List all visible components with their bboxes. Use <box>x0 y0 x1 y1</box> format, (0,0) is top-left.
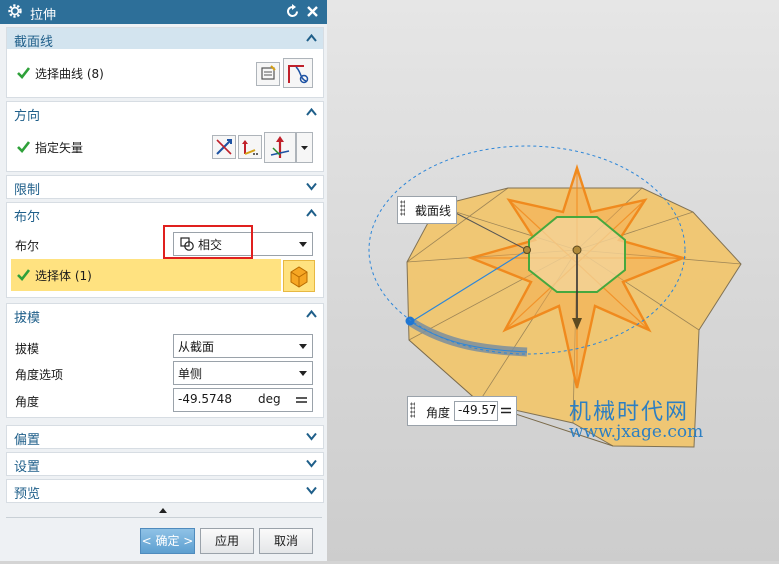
offset-title: 偏置 <box>14 433 41 448</box>
preview-header[interactable]: 预览 <box>7 480 323 502</box>
footer-divider <box>6 517 322 518</box>
direction-title: 方向 <box>14 109 41 124</box>
angle-option-label: 角度选项 <box>15 368 64 382</box>
extrude-preview-model <box>368 145 742 448</box>
select-curve-button[interactable] <box>283 58 313 88</box>
reverse-direction-icon <box>216 139 232 155</box>
select-body-row[interactable]: 选择体 (1) <box>11 259 281 291</box>
vector-type-icon <box>270 136 290 158</box>
direction-header[interactable]: 方向 <box>7 102 323 124</box>
dropdown-arrow-icon <box>299 242 307 247</box>
chevron-up-icon[interactable] <box>306 309 317 319</box>
chevron-down-icon[interactable] <box>306 181 317 191</box>
angle-label: 角度 <box>15 395 40 409</box>
check-icon <box>17 269 30 281</box>
settings-title: 设置 <box>14 460 41 475</box>
sketch-icon <box>261 65 276 80</box>
limits-title: 限制 <box>14 183 41 198</box>
dialog-title-bar: 拉伸 <box>0 0 327 24</box>
boolean-group: 布尔 布尔 相交 选择体 (1) <box>6 202 324 298</box>
solid-body-icon <box>290 266 308 288</box>
direction-group: 方向 指定矢量 <box>6 101 324 172</box>
check-icon <box>17 141 30 153</box>
chevron-down-icon[interactable] <box>306 458 317 468</box>
section-curve-header[interactable]: 截面线 <box>7 28 323 50</box>
graphics-viewport[interactable]: 截面线 角度 -49.57 机械时代网 www.jxage.com <box>327 0 779 561</box>
section-curve-tag[interactable]: 截面线 <box>397 196 457 224</box>
offset-header[interactable]: 偏置 <box>7 426 323 448</box>
chevron-down-icon <box>301 146 308 150</box>
gear-icon[interactable] <box>7 3 23 19</box>
reset-icon[interactable] <box>284 3 301 20</box>
angle-tag-label: 角度 <box>426 406 451 420</box>
angle-option-value: 单侧 <box>178 367 203 381</box>
highlight-box <box>163 225 253 259</box>
section-curve-group: 截面线 选择曲线 (8) <box>6 27 324 98</box>
chevron-up-icon[interactable] <box>306 208 317 218</box>
vector-dialog-button[interactable] <box>238 135 262 159</box>
sketch-button[interactable] <box>256 62 280 86</box>
select-body-label: 选择体 (1) <box>35 269 92 283</box>
boolean-label: 布尔 <box>15 239 40 253</box>
draft-title: 拔模 <box>14 311 41 326</box>
specify-vector-label: 指定矢量 <box>35 141 84 155</box>
select-curve-label: 选择曲线 (8) <box>35 67 104 81</box>
curve-select-icon <box>288 65 309 84</box>
ok-button[interactable]: < 确定 > <box>140 528 195 554</box>
select-body-button[interactable] <box>283 260 315 292</box>
reverse-direction-button[interactable] <box>212 135 236 159</box>
draft-select[interactable]: 从截面 <box>173 334 313 358</box>
section-curve-tag-label: 截面线 <box>415 204 452 218</box>
section-curve-title: 截面线 <box>14 35 54 50</box>
drag-grip-icon[interactable] <box>400 200 405 216</box>
equals-icon[interactable] <box>500 405 512 416</box>
vector-dialog-icon <box>242 140 258 155</box>
drag-grip-icon[interactable] <box>410 402 415 418</box>
dropdown-arrow-icon <box>299 371 307 376</box>
dropdown-arrow-icon <box>299 344 307 349</box>
chevron-up-icon[interactable] <box>306 33 317 43</box>
apply-button[interactable]: 应用 <box>200 528 254 554</box>
angle-tag-value: -49.57 <box>458 403 497 417</box>
watermark-url: www.jxage.com <box>569 422 704 442</box>
collapse-up-icon[interactable] <box>158 507 168 514</box>
preview-group: 预览 <box>6 479 324 503</box>
angle-option-select[interactable]: 单侧 <box>173 361 313 385</box>
angle-input[interactable]: -49.5748 deg <box>173 388 313 412</box>
draft-label: 拔模 <box>15 342 40 356</box>
chevron-up-icon[interactable] <box>306 107 317 117</box>
draft-value: 从截面 <box>178 340 215 354</box>
boolean-title: 布尔 <box>14 210 41 225</box>
chevron-down-icon[interactable] <box>306 485 317 495</box>
angle-value: -49.5748 <box>178 392 232 406</box>
dialog-title: 拉伸 <box>30 8 57 23</box>
draft-header[interactable]: 拔模 <box>7 304 323 326</box>
angle-handle-tag[interactable]: 角度 -49.57 <box>407 396 517 426</box>
chevron-down-icon[interactable] <box>306 431 317 441</box>
settings-group: 设置 <box>6 452 324 476</box>
angle-unit: deg <box>258 392 281 406</box>
preview-title: 预览 <box>14 487 41 502</box>
limits-header[interactable]: 限制 <box>7 176 323 198</box>
settings-header[interactable]: 设置 <box>7 453 323 475</box>
close-icon[interactable] <box>304 3 321 20</box>
limits-group: 限制 <box>6 175 324 199</box>
cancel-button[interactable]: 取消 <box>259 528 313 554</box>
equals-icon[interactable] <box>295 394 308 406</box>
draft-group: 拔模 拔模 从截面 角度选项 单侧 角度 -49.5748 deg <box>6 303 324 418</box>
check-icon <box>17 67 30 79</box>
extrude-dialog: 拉伸 截面线 选择曲线 (8) 方向 指定矢量 限制 布尔 布尔 相交 选择体 … <box>0 0 328 561</box>
boolean-header[interactable]: 布尔 <box>7 203 323 225</box>
vector-type-dropdown[interactable] <box>296 132 313 163</box>
vector-type-button[interactable] <box>264 132 296 163</box>
offset-group: 偏置 <box>6 425 324 449</box>
angle-tag-input[interactable]: -49.57 <box>454 401 498 421</box>
